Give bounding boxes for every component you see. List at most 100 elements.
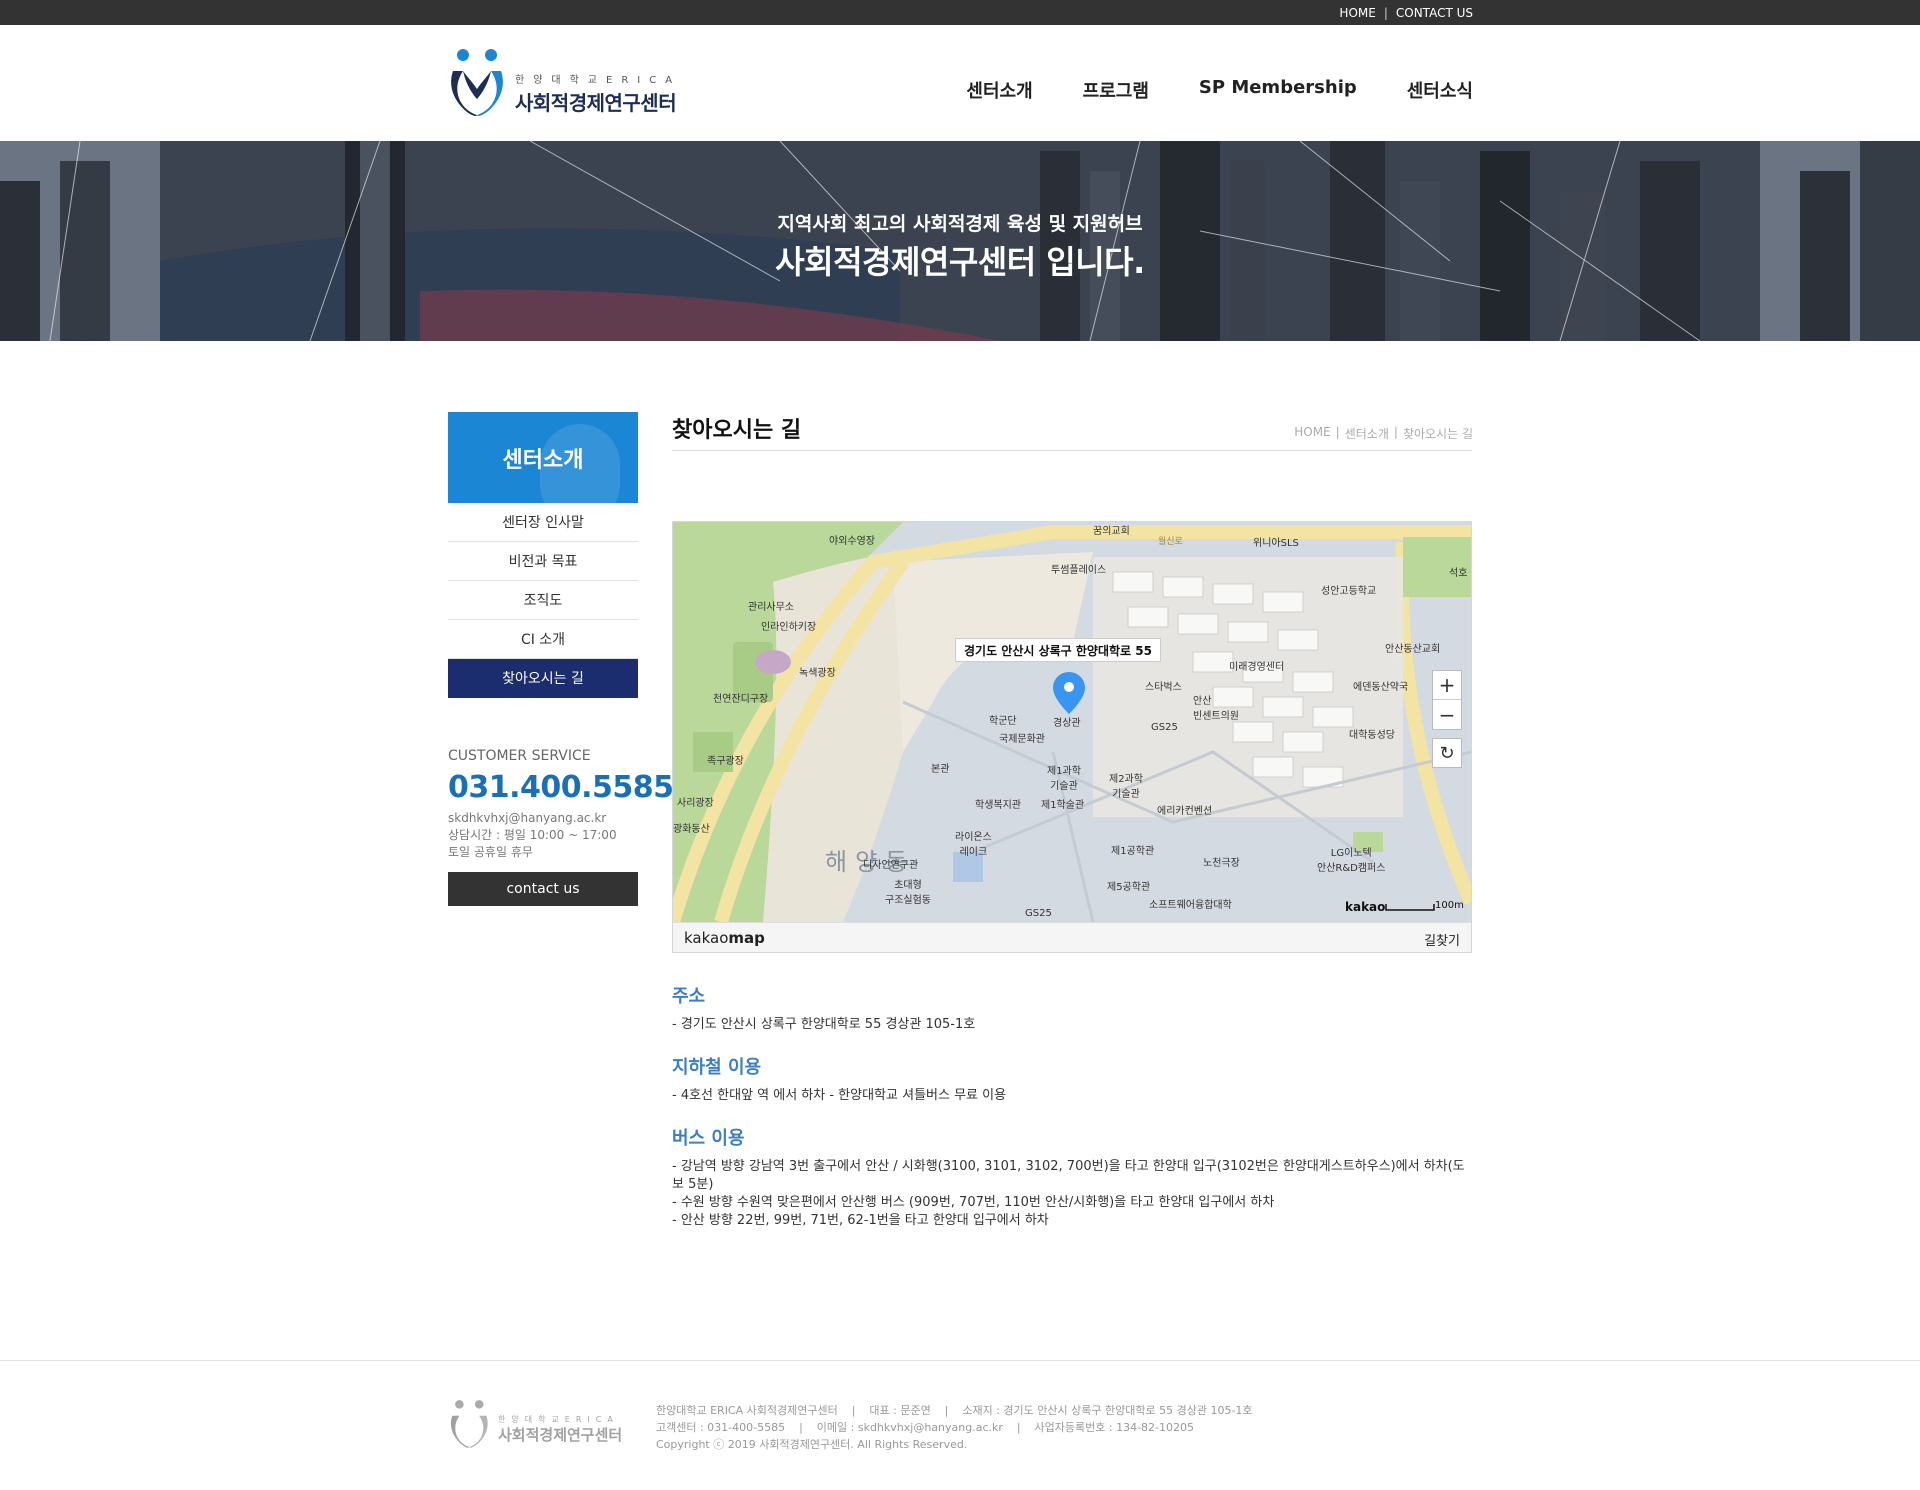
logo-mark-icon [451, 49, 503, 116]
main-navigation: 센터소개 프로그램 SP Membership 센터소식 [966, 77, 1473, 103]
map-label: GS25 [1151, 722, 1178, 733]
utility-separator: | [1383, 5, 1388, 20]
kakao-logo: kakao [1345, 900, 1386, 914]
map-label: 에덴동산약국 [1353, 682, 1409, 693]
map-label: 미래경영센터 [1229, 662, 1285, 673]
map-zoom-control: + − [1432, 670, 1462, 730]
map-label: 꿈의교회 [1093, 526, 1130, 537]
map-label: 월신로 [1158, 537, 1183, 547]
map-label: 소프트웨어융합대학 [1149, 900, 1232, 911]
map-label: 대학동성당 [1349, 730, 1395, 741]
map-scale-bar [1385, 904, 1435, 911]
nav-center-intro[interactable]: 센터소개 [966, 77, 1032, 103]
map-label: 제1공학관 [1111, 846, 1155, 857]
section-text-address: - 경기도 안산시 상록구 한양대학로 55 경상관 105-1호 [672, 1017, 976, 1032]
sidebar-item-directions[interactable]: 찾아오시는 길 [448, 659, 638, 698]
map-label: GS25 [1025, 908, 1052, 919]
map-scale-label: 100m [1435, 900, 1464, 911]
map-label: 제1과학 기술관 [1047, 766, 1081, 792]
contact-us-link[interactable]: CONTACT US [1396, 6, 1473, 20]
map-label: 사리광장 [677, 798, 714, 809]
section-text-subway: - 4호선 한대앞 역 에서 하차 - 한양대학교 셔틀버스 무료 이용 [672, 1088, 1007, 1103]
sidebar-item-ci[interactable]: CI 소개 [448, 620, 638, 659]
section-text-bus-3: - 안산 방향 22번, 99번, 71번, 62-1번을 타고 한양대 입구에… [672, 1213, 1049, 1228]
section-heading-address: 주소 [672, 986, 706, 1007]
map-footer: kakaomap 길찾기 [673, 922, 1471, 952]
footer-divider [0, 1360, 1920, 1361]
customer-service-info: skdhkvhxj@hanyang.ac.kr 상담시간 : 평일 10:00 … [448, 810, 617, 861]
logo-title: 사회적경제연구센터 [515, 91, 677, 115]
section-text-bus-2: - 수원 방향 수원역 맞은편에서 안산행 버스 (909번, 707번, 11… [672, 1195, 1275, 1210]
customer-service-hours: 상담시간 : 평일 10:00 ~ 17:00 [448, 828, 617, 842]
map-label: 인라인하키장 [761, 622, 817, 633]
map-label: 노천극장 [1203, 858, 1240, 869]
footer-info: 한양대학교 ERICA 사회적경제연구센터 | 대표 : 문준연 | 소재지 :… [656, 1402, 1253, 1453]
breadcrumb: HOME | 센터소개 | 찾아오시는 길 [1294, 425, 1473, 442]
footer-copyright: Copyright ⓒ 2019 사회적경제연구센터. All Rights R… [656, 1438, 968, 1451]
map-label: 위니아SLS [1253, 538, 1299, 549]
map-canvas[interactable]: 꿈의교회 야외수영장 월신로 위니아SLS 투썸플레이스 성안고등학교 석호 관… [673, 522, 1471, 922]
section-heading-subway: 지하철 이용 [672, 1057, 762, 1078]
map-label: 안산 빈센트의원 [1193, 696, 1239, 722]
sidebar-title: 센터소개 [502, 448, 584, 473]
sidebar-item-vision[interactable]: 비전과 목표 [448, 542, 638, 581]
map-label: 성안고등학교 [1321, 586, 1377, 597]
kakao-map[interactable]: 꿈의교회 야외수영장 월신로 위니아SLS 투썸플레이스 성안고등학교 석호 관… [672, 521, 1472, 953]
home-link[interactable]: HOME [1339, 6, 1375, 20]
zoom-out-button[interactable]: − [1433, 700, 1461, 729]
map-label: 경상관 [1053, 718, 1081, 729]
map-label: 스타벅스 [1145, 682, 1182, 693]
breadcrumb-separator: | [1393, 425, 1398, 439]
customer-service-holiday: 토일 공휴일 휴무 [448, 845, 533, 859]
top-utility-bar: HOME | CONTACT US [0, 0, 1920, 25]
page-title: 찾아오시는 길 [672, 418, 802, 443]
map-label: 국제문화관 [999, 734, 1045, 745]
map-label: 디자인연구관 [863, 860, 919, 871]
map-address-tooltip: 경기도 안산시 상록구 한양대학로 55 [955, 638, 1161, 662]
hero-title: 사회적경제연구센터 입니다. [775, 243, 1145, 281]
customer-service-phone: 031.400.5585 [448, 770, 674, 805]
customer-service-email: skdhkvhxj@hanyang.ac.kr [448, 811, 607, 825]
kakaomap-brand-suffix: map [728, 929, 765, 947]
map-label: 본관 [931, 764, 950, 775]
footer-company-info: 한양대학교 ERICA 사회적경제연구센터 | 대표 : 문준연 | 소재지 :… [656, 1404, 1253, 1417]
map-label: 석호 [1449, 568, 1468, 579]
map-label: 제5공학관 [1107, 882, 1151, 893]
map-label: 학군단 [989, 716, 1017, 727]
map-label: 광화동산 [673, 824, 710, 835]
sidebar-menu: 센터장 인사말 비전과 목표 조직도 CI 소개 찾아오시는 길 [448, 503, 638, 698]
map-label: 라이온스 레이크 [955, 832, 992, 858]
site-header: 한양대학교ERICA 사회적경제연구센터 센터소개 프로그램 SP Member… [0, 25, 1920, 141]
sidebar-item-organization[interactable]: 조직도 [448, 581, 638, 620]
location-pin-icon [1053, 672, 1085, 714]
site-logo[interactable]: 한양대학교ERICA 사회적경제연구센터 [447, 49, 707, 119]
breadcrumb-home[interactable]: HOME [1294, 425, 1330, 442]
kakaomap-brand[interactable]: kakaomap [684, 929, 765, 947]
zoom-in-button[interactable]: + [1433, 671, 1461, 700]
map-refresh-button[interactable]: ↻ [1432, 738, 1462, 768]
map-label: 제1학술관 [1041, 800, 1085, 811]
customer-service-label: CUSTOMER SERVICE [448, 748, 591, 764]
utility-links: HOME | CONTACT US [1339, 0, 1473, 25]
title-divider [672, 450, 1472, 451]
kakaomap-brand-prefix: kakao [684, 929, 729, 947]
breadcrumb-section[interactable]: 센터소개 [1345, 425, 1389, 442]
contact-us-button[interactable]: contact us [448, 872, 638, 906]
map-label: 에리카컨벤션 [1157, 806, 1213, 817]
nav-programs[interactable]: 프로그램 [1083, 77, 1149, 103]
hero-banner: 지역사회 최고의 사회적경제 육성 및 지원허브 사회적경제연구센터 입니다. [0, 141, 1920, 341]
map-label: 천연잔디구장 [713, 694, 769, 705]
nav-center-news[interactable]: 센터소식 [1407, 77, 1473, 103]
map-directions-link[interactable]: 길찾기 [1424, 930, 1460, 949]
footer-logo-title: 사회적경제연구센터 [498, 1426, 623, 1444]
breadcrumb-separator: | [1335, 425, 1340, 439]
map-label: 안산동산교회 [1385, 644, 1441, 655]
nav-sp-membership[interactable]: SP Membership [1199, 77, 1357, 103]
map-label: 야외수영장 [829, 536, 875, 547]
sidebar-item-greeting[interactable]: 센터장 인사말 [448, 503, 638, 542]
hero-subtitle: 지역사회 최고의 사회적경제 육성 및 지원허브 [777, 213, 1143, 235]
map-label: 제2과학 기술관 [1109, 774, 1143, 800]
map-label: 족구광장 [707, 756, 744, 767]
footer-logo: 한양대학교ERICA 사회적경제연구센터 [448, 1400, 638, 1450]
sidebar-title-box: 센터소개 [448, 412, 638, 503]
